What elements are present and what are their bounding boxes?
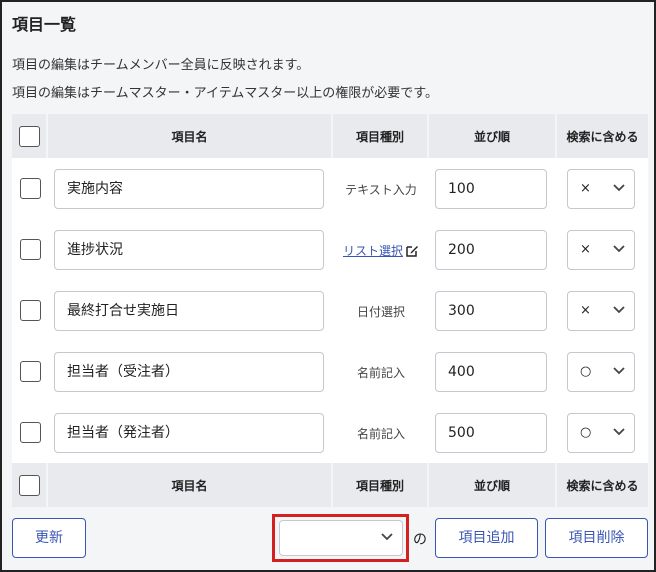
- include-in-search-value: ×: [580, 241, 591, 257]
- item-type-cell: 名前記入: [333, 341, 429, 402]
- item-type-cell: リスト選択: [333, 219, 429, 280]
- row-checkbox[interactable]: [19, 361, 41, 382]
- item-type-label: テキスト入力: [345, 183, 417, 197]
- include-in-search-select[interactable]: ×: [567, 229, 635, 270]
- delete-item-button[interactable]: 項目削除: [545, 518, 648, 558]
- item-type-label: 日付選択: [356, 305, 405, 319]
- update-button[interactable]: 更新: [12, 518, 86, 558]
- include-in-search-value: ×: [580, 180, 591, 196]
- sort-order-input[interactable]: 500: [435, 412, 547, 453]
- item-type-cell: テキスト入力: [333, 158, 429, 219]
- footer-header-item-name: 項目名: [48, 463, 333, 507]
- header-item-name: 項目名: [48, 114, 333, 158]
- info-note-2: 項目の編集はチームマスター・アイテムマスター以上の権限が必要です。: [12, 86, 439, 101]
- item-type-label: 名前記入: [356, 366, 405, 380]
- info-note-1: 項目の編集はチームメンバー全員に反映されます。: [12, 58, 310, 73]
- item-name-input[interactable]: 実施内容: [54, 168, 324, 209]
- table-row: 実施内容 テキスト入力 100 ×: [12, 158, 648, 219]
- table-row: 担当者（発注者） 名前記入 500 ○: [12, 402, 648, 463]
- item-name-input[interactable]: 担当者（受注者）: [54, 351, 324, 392]
- item-list-panel: 項目一覧 項目の編集はチームメンバー全員に反映されます。 項目の編集はチームマス…: [0, 0, 656, 572]
- include-in-search-value: ○: [580, 363, 592, 379]
- include-in-search-value: ○: [580, 424, 592, 440]
- sort-order-input[interactable]: 400: [435, 351, 547, 392]
- footer-header-sort-order: 並び順: [429, 463, 557, 507]
- table-footer-header-row: 項目名 項目種別 並び順 検索に含める: [12, 463, 648, 507]
- table-row: 進捗状況 リスト選択 200 ×: [12, 219, 648, 280]
- header-sort-order: 並び順: [429, 114, 557, 158]
- table-header-row: 項目名 項目種別 並び順 検索に含める: [12, 114, 648, 158]
- header-item-type: 項目種別: [333, 114, 429, 158]
- include-in-search-value: ×: [580, 302, 591, 318]
- chevron-down-icon: [613, 366, 625, 374]
- chevron-down-icon: [613, 244, 625, 252]
- page-title: 項目一覧: [12, 15, 77, 34]
- sort-order-input[interactable]: 200: [435, 229, 547, 270]
- row-checkbox[interactable]: [19, 178, 41, 199]
- item-type-cell: 日付選択: [333, 280, 429, 341]
- include-in-search-select[interactable]: ○: [567, 412, 635, 453]
- include-in-search-select[interactable]: ×: [567, 168, 635, 209]
- sort-order-input[interactable]: 300: [435, 290, 547, 331]
- sort-order-input[interactable]: 100: [435, 168, 547, 209]
- chevron-down-icon: [613, 305, 625, 313]
- row-checkbox[interactable]: [19, 239, 41, 260]
- item-type-select[interactable]: [279, 520, 403, 556]
- select-all-checkbox[interactable]: [18, 125, 40, 147]
- include-in-search-select[interactable]: ○: [567, 351, 635, 392]
- item-name-input[interactable]: 進捗状況: [54, 229, 324, 270]
- item-type-link[interactable]: リスト選択: [343, 244, 403, 258]
- item-type-cell: 名前記入: [333, 402, 429, 463]
- item-name-input[interactable]: 最終打合せ実施日: [54, 290, 324, 331]
- chevron-down-icon: [381, 533, 393, 541]
- items-table: 項目名 項目種別 並び順 検索に含める 実施内容 テキスト入力 100 × 進捗…: [12, 114, 648, 507]
- include-in-search-select[interactable]: ×: [567, 290, 635, 331]
- row-checkbox[interactable]: [19, 300, 41, 321]
- add-item-button[interactable]: 項目追加: [435, 518, 538, 558]
- item-type-label: 名前記入: [356, 427, 405, 441]
- item-name-input[interactable]: 担当者（発注者）: [54, 412, 324, 453]
- row-checkbox[interactable]: [19, 422, 41, 443]
- select-all-checkbox-bottom[interactable]: [18, 474, 40, 496]
- footer-header-include-in-search: 検索に含める: [557, 463, 648, 507]
- table-row: 最終打合せ実施日 日付選択 300 ×: [12, 280, 648, 341]
- chevron-down-icon: [613, 427, 625, 435]
- no-label: の: [413, 532, 427, 548]
- chevron-down-icon: [613, 183, 625, 191]
- table-row: 担当者（受注者） 名前記入 400 ○: [12, 341, 648, 402]
- footer-header-item-type: 項目種別: [333, 463, 429, 507]
- header-include-in-search: 検索に含める: [557, 114, 648, 158]
- edit-icon[interactable]: [406, 244, 419, 257]
